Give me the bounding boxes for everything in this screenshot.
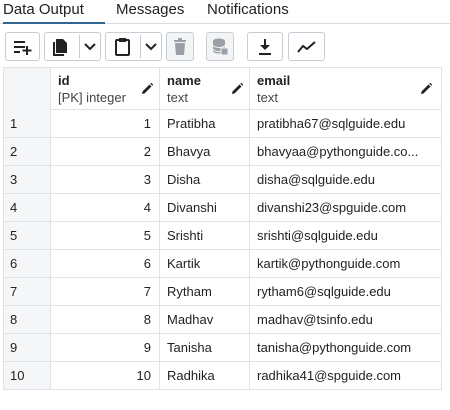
row-number[interactable]: 9 [4, 334, 51, 361]
chevron-down-icon[interactable] [84, 43, 96, 51]
tab-messages[interactable]: Messages [116, 0, 184, 24]
data-output-toolbar [0, 27, 450, 67]
cell-email[interactable]: pratibha67@sqlguide.edu [250, 110, 442, 137]
cell-id[interactable]: 6 [51, 250, 160, 277]
download-icon [259, 38, 271, 55]
cell-email[interactable]: madhav@tsinfo.edu [250, 306, 442, 333]
cell-id[interactable]: 10 [51, 362, 160, 389]
row-number[interactable]: 10 [4, 362, 51, 389]
row-number-header[interactable] [4, 68, 51, 111]
column-header-name[interactable]: name text [160, 68, 250, 111]
split-divider [140, 35, 141, 58]
row-number[interactable]: 5 [4, 222, 51, 249]
column-header-email[interactable]: email text [250, 68, 441, 111]
column-type: text [167, 90, 188, 105]
download-button[interactable] [247, 32, 283, 61]
cell-name[interactable]: Srishti [160, 222, 250, 249]
cell-id[interactable]: 5 [51, 222, 160, 249]
cell-id[interactable]: 1 [51, 110, 160, 137]
result-tabs: Data Output Messages Notifications [0, 0, 450, 24]
add-row-icon [13, 40, 31, 55]
cell-name[interactable]: Rytham [160, 278, 250, 305]
copy-button[interactable] [44, 32, 101, 61]
pencil-icon[interactable] [230, 82, 244, 96]
column-type: [PK] integer [58, 90, 126, 105]
cell-email[interactable]: divanshi23@spguide.com [250, 194, 442, 221]
cell-email[interactable]: rytham6@sqlguide.edu [250, 278, 442, 305]
table-row[interactable]: 1 1 Pratibha pratibha67@sqlguide.edu [3, 110, 442, 138]
table-row[interactable]: 6 6 Kartik kartik@pythonguide.com [3, 250, 442, 278]
clipboard-icon [115, 38, 130, 56]
table-row[interactable]: 3 3 Disha disha@sqlguide.edu [3, 166, 442, 194]
column-name: id [58, 73, 70, 88]
row-number[interactable]: 3 [4, 166, 51, 193]
cell-name[interactable]: Madhav [160, 306, 250, 333]
cell-name[interactable]: Radhika [160, 362, 250, 389]
cell-id[interactable]: 7 [51, 278, 160, 305]
chevron-down-icon[interactable] [145, 43, 157, 51]
database-save-icon [212, 38, 228, 55]
cell-name[interactable]: Kartik [160, 250, 250, 277]
row-number[interactable]: 1 [4, 110, 51, 137]
row-number[interactable]: 4 [4, 194, 51, 221]
paste-button[interactable] [105, 32, 162, 61]
cell-name[interactable]: Pratibha [160, 110, 250, 137]
cell-email[interactable]: bhavyaa@pythonguide.co... [250, 138, 442, 165]
tab-notifications[interactable]: Notifications [207, 0, 289, 24]
table-row[interactable]: 9 9 Tanisha tanisha@pythonguide.com [3, 334, 442, 362]
pencil-icon[interactable] [140, 82, 154, 96]
cell-email[interactable]: tanisha@pythonguide.com [250, 334, 442, 361]
cell-name[interactable]: Divanshi [160, 194, 250, 221]
tab-data-output[interactable]: Data Output [3, 0, 105, 24]
copy-icon [53, 39, 67, 56]
row-number[interactable]: 2 [4, 138, 51, 165]
cell-email[interactable]: kartik@pythonguide.com [250, 250, 442, 277]
delete-button[interactable] [166, 32, 194, 61]
row-number[interactable]: 6 [4, 250, 51, 277]
cell-id[interactable]: 3 [51, 166, 160, 193]
pencil-icon[interactable] [419, 82, 433, 96]
row-number[interactable]: 7 [4, 278, 51, 305]
graph-button[interactable] [288, 32, 325, 61]
cell-email[interactable]: srishti@sqlguide.edu [250, 222, 442, 249]
cell-name[interactable]: Bhavya [160, 138, 250, 165]
row-number[interactable]: 8 [4, 306, 51, 333]
column-name: email [257, 73, 291, 88]
add-row-button[interactable] [5, 32, 40, 61]
cell-id[interactable]: 8 [51, 306, 160, 333]
cell-name[interactable]: Tanisha [160, 334, 250, 361]
column-name: name [167, 73, 201, 88]
trash-icon [174, 37, 186, 55]
table-row[interactable]: 5 5 Srishti srishti@sqlguide.edu [3, 222, 442, 250]
split-divider [79, 35, 80, 58]
column-type: text [257, 90, 278, 105]
cell-id[interactable]: 4 [51, 194, 160, 221]
cell-id[interactable]: 2 [51, 138, 160, 165]
save-data-button[interactable] [206, 32, 234, 61]
table-row[interactable]: 2 2 Bhavya bhavyaa@pythonguide.co... [3, 138, 442, 166]
grid-header: id [PK] integer name text email text [3, 67, 442, 111]
column-header-id[interactable]: id [PK] integer [51, 68, 160, 111]
table-row[interactable]: 4 4 Divanshi divanshi23@spguide.com [3, 194, 442, 222]
table-row[interactable]: 7 7 Rytham rytham6@sqlguide.edu [3, 278, 442, 306]
cell-id[interactable]: 9 [51, 334, 160, 361]
cell-name[interactable]: Disha [160, 166, 250, 193]
cell-email[interactable]: radhika41@spguide.com [250, 362, 442, 389]
cell-email[interactable]: disha@sqlguide.edu [250, 166, 442, 193]
table-row[interactable]: 8 8 Madhav madhav@tsinfo.edu [3, 306, 442, 334]
line-chart-icon [296, 40, 316, 53]
table-row[interactable]: 10 10 Radhika radhika41@spguide.com [3, 362, 442, 390]
